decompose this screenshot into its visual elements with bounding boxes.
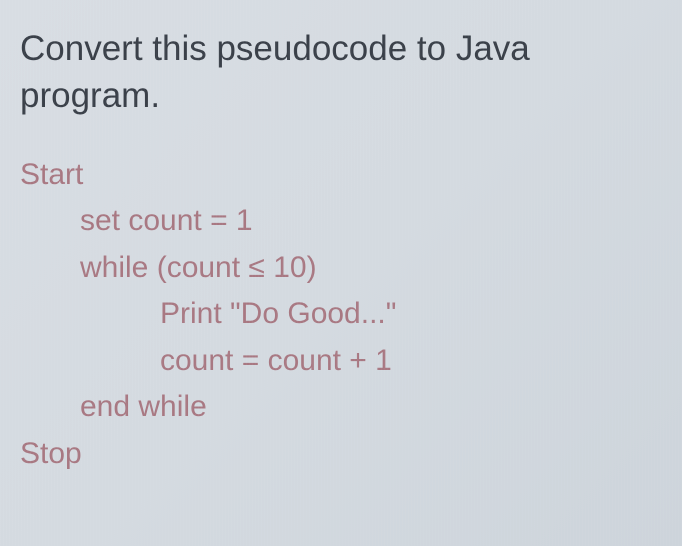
heading-line-1: Convert this pseudocode to Java (20, 25, 662, 72)
pseudocode-block: Start set count = 1 while (count ≤ 10) P… (20, 152, 662, 478)
pseudo-start: Start (20, 152, 662, 199)
pseudo-print: Print "Do Good..." (20, 291, 662, 338)
pseudo-while-open: while (count ≤ 10) (20, 245, 662, 292)
question-heading: Convert this pseudocode to Java program. (20, 25, 662, 120)
heading-line-2: program. (20, 72, 662, 119)
pseudo-stop: Stop (20, 431, 662, 478)
pseudo-set-count: set count = 1 (20, 198, 662, 245)
pseudo-end-while: end while (20, 384, 662, 431)
pseudo-increment: count = count + 1 (20, 338, 662, 385)
